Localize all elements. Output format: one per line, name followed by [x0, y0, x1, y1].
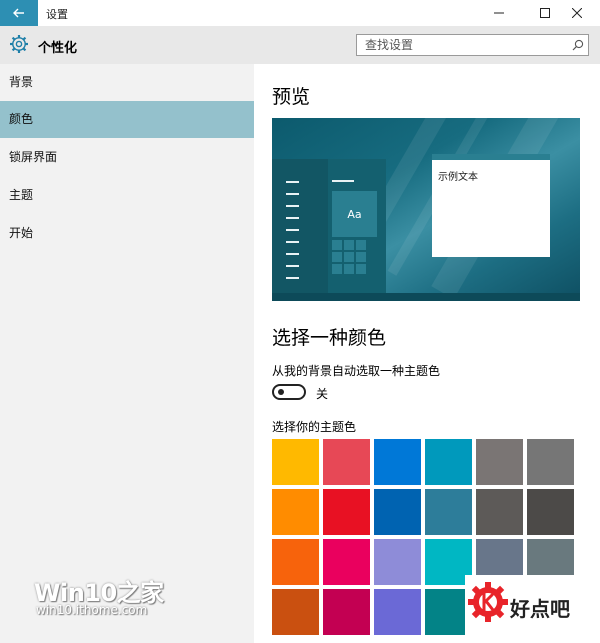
preview-small-tile — [356, 252, 366, 262]
search-input[interactable] — [357, 35, 565, 55]
preview-image: Aa 示例文本 — [272, 118, 580, 301]
preview-start-menu: Aa — [272, 159, 386, 293]
accent-color-label: 选择你的主题色 — [272, 420, 357, 434]
tile-group-line — [332, 180, 354, 182]
list-line — [286, 217, 299, 219]
preview-heading: 预览 — [272, 86, 311, 108]
preview-sample-text: 示例文本 — [438, 172, 478, 183]
accent-color-swatch[interactable] — [272, 539, 319, 585]
badge-text: 好点吧 — [510, 597, 570, 621]
badge-logo-icon — [468, 582, 508, 622]
back-arrow-icon — [13, 8, 24, 18]
preview-taskbar — [272, 293, 580, 301]
preview-small-tile — [332, 252, 342, 262]
accent-color-swatch[interactable] — [323, 539, 370, 585]
preview-small-tile — [332, 264, 342, 274]
gear-icon — [10, 35, 28, 53]
list-line — [286, 193, 299, 195]
accent-color-swatch[interactable] — [476, 489, 523, 535]
preview-sample-window: 示例文本 — [432, 154, 550, 257]
sidebar-item-colors[interactable]: 颜色 — [0, 101, 254, 138]
preview-small-tile — [344, 252, 354, 262]
toggle-knob — [278, 389, 284, 395]
close-button[interactable] — [554, 0, 600, 26]
accent-color-swatch[interactable] — [374, 439, 421, 485]
minimize-button[interactable] — [476, 0, 522, 26]
accent-color-swatch[interactable] — [272, 589, 319, 635]
auto-pick-toggle[interactable] — [272, 384, 306, 400]
list-line — [286, 277, 299, 279]
window-title: 设置 — [46, 8, 68, 21]
accent-color-swatch[interactable] — [272, 489, 319, 535]
list-line — [286, 229, 299, 231]
preview-small-tile — [344, 264, 354, 274]
toggle-state-label: 关 — [316, 387, 329, 401]
sidebar: 背景 颜色 锁屏界面 主题 开始 — [0, 64, 254, 643]
minimize-icon — [494, 12, 504, 14]
preview-small-tile — [332, 240, 342, 250]
sidebar-item-start[interactable]: 开始 — [0, 215, 254, 252]
accent-color-swatch[interactable] — [374, 489, 421, 535]
accent-color-swatch[interactable] — [425, 439, 472, 485]
accent-color-swatch[interactable] — [425, 489, 472, 535]
list-line — [286, 181, 299, 183]
list-line — [286, 205, 299, 207]
sidebar-item-lock-screen[interactable]: 锁屏界面 — [0, 139, 254, 176]
accent-color-swatch[interactable] — [527, 489, 574, 535]
accent-color-swatch[interactable] — [272, 439, 319, 485]
watermark-url: win10.ithome.com — [36, 603, 148, 617]
search-icon[interactable] — [572, 39, 584, 51]
preview-small-tile — [344, 240, 354, 250]
list-line — [286, 241, 299, 243]
preview-small-tile — [356, 264, 366, 274]
accent-color-swatch[interactable] — [476, 439, 523, 485]
sidebar-item-background[interactable]: 背景 — [0, 64, 254, 101]
accent-color-swatch[interactable] — [374, 589, 421, 635]
search-box[interactable] — [356, 34, 589, 56]
list-line — [286, 265, 299, 267]
accent-color-swatch[interactable] — [323, 439, 370, 485]
sidebar-item-themes[interactable]: 主题 — [0, 177, 254, 214]
list-line — [286, 253, 299, 255]
auto-pick-label: 从我的背景自动选取一种主题色 — [272, 364, 441, 378]
accent-color-swatch[interactable] — [323, 589, 370, 635]
accent-color-swatch[interactable] — [323, 489, 370, 535]
close-icon — [572, 8, 582, 18]
accent-color-swatch[interactable] — [527, 439, 574, 485]
preview-small-tile — [356, 240, 366, 250]
title-bar: 设置 — [0, 0, 600, 26]
page-title: 个性化 — [38, 41, 78, 56]
preview-start-list — [272, 159, 328, 293]
back-button[interactable] — [0, 0, 38, 26]
maximize-icon — [540, 8, 550, 18]
watermark-badge: 好点吧 — [465, 575, 600, 643]
accent-color-swatch[interactable] — [374, 539, 421, 585]
choose-color-heading: 选择一种颜色 — [272, 327, 387, 349]
preview-tile: Aa — [332, 191, 377, 237]
